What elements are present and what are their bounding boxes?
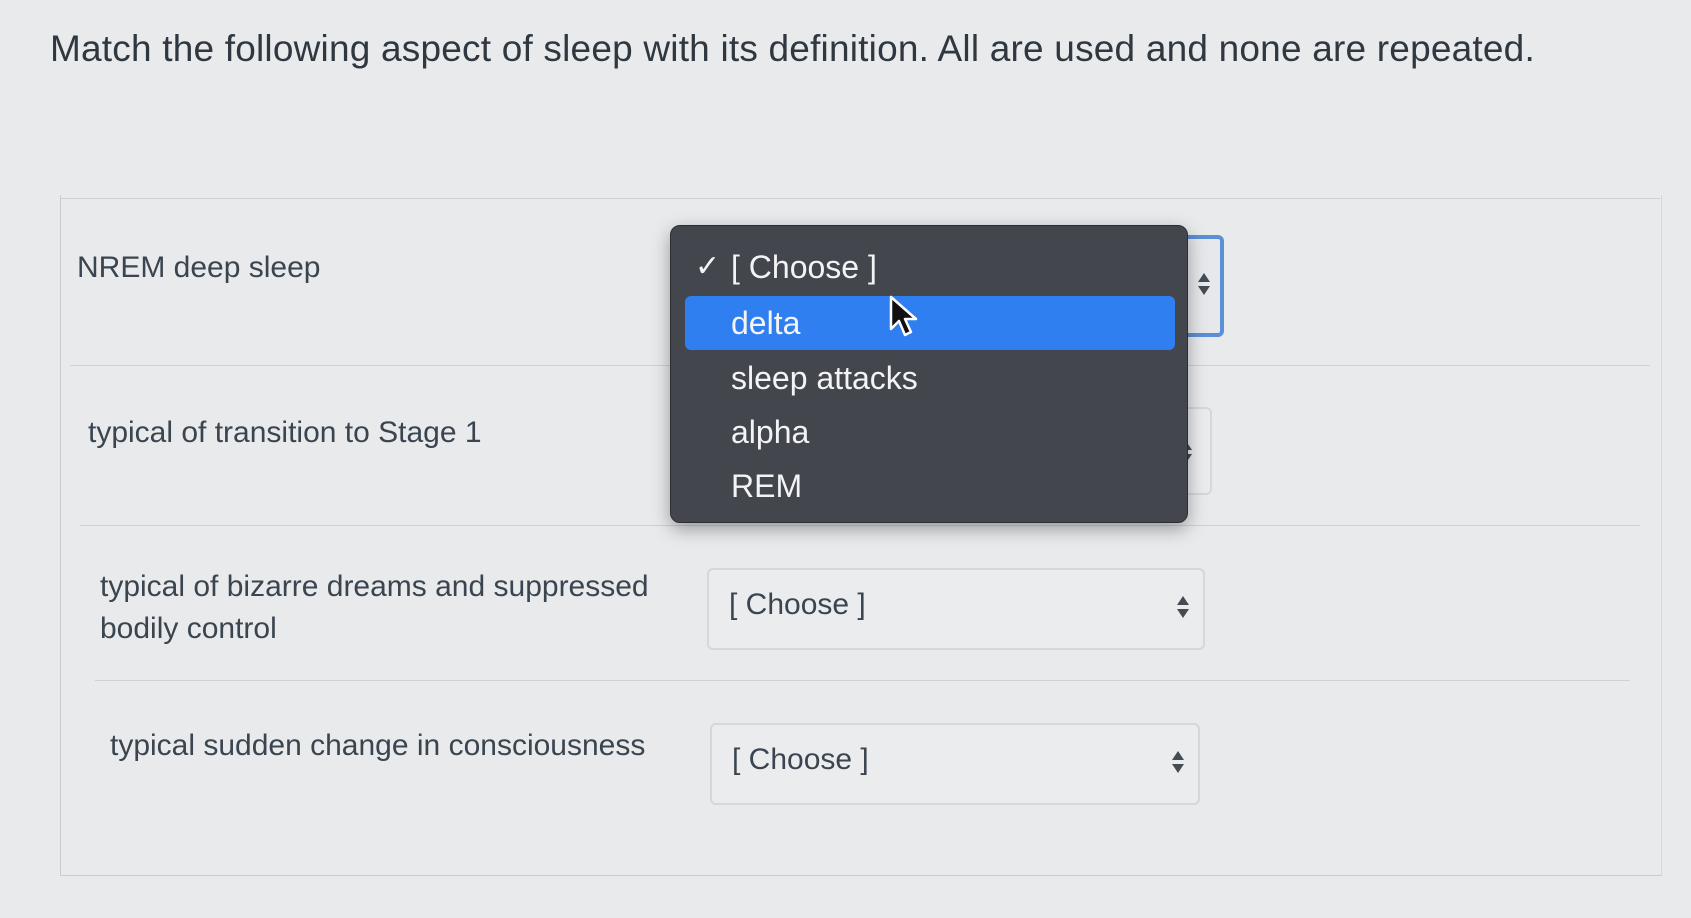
mouse-pointer-icon bbox=[889, 295, 918, 337]
prompt-row-1: NREM deep sleep bbox=[77, 251, 321, 284]
checkmark-icon: ✓ bbox=[695, 250, 721, 283]
divider bbox=[80, 525, 1640, 526]
divider bbox=[60, 198, 1660, 199]
dropdown-option-delta[interactable]: delta bbox=[685, 296, 1175, 350]
prompt-row-3-text: typical of bizarre dreams and suppressed… bbox=[100, 570, 649, 645]
divider bbox=[95, 680, 1630, 681]
select-value-row-3: [ Choose ] bbox=[729, 588, 866, 621]
select-arrows-icon bbox=[1172, 749, 1184, 779]
prompt-row-3: typical of bizarre dreams and suppressed… bbox=[100, 566, 680, 650]
prompt-row-2: typical of transition to Stage 1 bbox=[88, 416, 482, 449]
option-label: REM bbox=[731, 468, 803, 504]
dropdown-option-sleep-attacks[interactable]: sleep attacks bbox=[685, 351, 1175, 405]
option-label: delta bbox=[731, 305, 801, 341]
dropdown-option-choose[interactable]: ✓ [ Choose ] bbox=[685, 240, 1175, 294]
select-arrows-icon bbox=[1198, 271, 1210, 301]
answer-select-row-3[interactable]: [ Choose ] bbox=[707, 568, 1205, 650]
dropdown-option-rem[interactable]: REM bbox=[685, 459, 1175, 513]
select-dropdown-menu: ✓ [ Choose ] delta sleep attacks alpha R… bbox=[670, 225, 1188, 523]
option-label: [ Choose ] bbox=[731, 249, 877, 285]
answer-select-row-4[interactable]: [ Choose ] bbox=[710, 723, 1200, 805]
option-label: alpha bbox=[731, 414, 810, 450]
prompt-row-4: typical sudden change in consciousness bbox=[110, 729, 646, 762]
question-text: Match the following aspect of sleep with… bbox=[50, 28, 1535, 69]
dropdown-option-alpha[interactable]: alpha bbox=[685, 405, 1175, 459]
option-label: sleep attacks bbox=[731, 360, 918, 396]
select-value-row-4: [ Choose ] bbox=[732, 743, 869, 776]
select-arrows-icon bbox=[1177, 594, 1189, 624]
